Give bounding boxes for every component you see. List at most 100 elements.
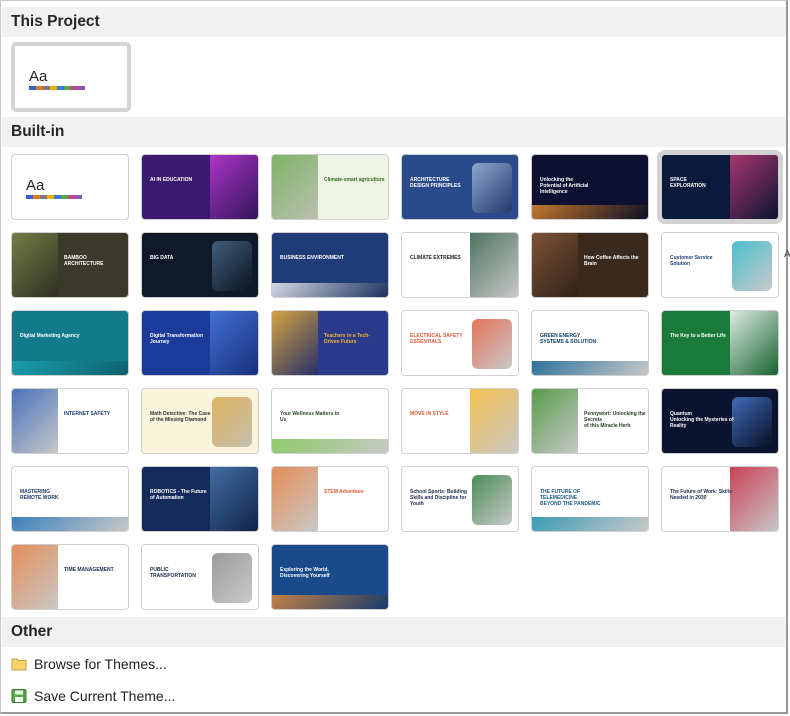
theme-thumbnail[interactable]: Digital Transformation Journey	[141, 310, 259, 376]
theme-title: BIG DATA	[150, 255, 174, 261]
theme-thumbnail[interactable]: Math Detective: The Case of the Missing …	[141, 388, 259, 454]
theme-thumbnail[interactable]: Pennywort: Unlocking the Secrets of this…	[531, 388, 649, 454]
theme-thumbnail-default[interactable]: Aa	[11, 154, 129, 220]
save-current-theme-menu-item[interactable]: Save Current Theme...	[11, 683, 311, 709]
theme-thumbnail[interactable]: Exploring the World, Discovering Yoursel…	[271, 544, 389, 610]
theme-title: PUBLIC TRANSPORTATION	[150, 567, 196, 579]
theme-title: Exploring the World, Discovering Yoursel…	[280, 567, 330, 579]
color-swatch	[75, 195, 82, 199]
save-current-theme-label: Save Current Theme...	[34, 688, 176, 704]
theme-thumbnail[interactable]: THE FUTURE OF TELEMEDICINE BEYOND THE PA…	[531, 466, 649, 532]
color-swatch	[68, 195, 75, 199]
theme-title: Quantum Unlocking the Mysteries of Reali…	[670, 411, 734, 429]
color-swatch	[50, 86, 57, 90]
theme-title: School Sports: Building Skills and Disci…	[410, 489, 467, 507]
theme-title: BAMBOO ARCHITECTURE	[64, 255, 104, 267]
theme-title: STEM Adventure	[324, 489, 364, 495]
theme-preview-image	[730, 467, 778, 531]
theme-thumbnail[interactable]: STEM Adventure	[271, 466, 389, 532]
theme-title: ROBOTICS - The Future of Automation	[150, 489, 207, 501]
theme-thumbnail[interactable]: Climate-smart agriculture	[271, 154, 389, 220]
theme-title: How Coffee Affects the Brain	[584, 255, 639, 267]
section-header-this-project: This Project	[2, 7, 786, 37]
theme-thumbnail[interactable]: CLIMATE EXTREMES	[401, 232, 519, 298]
theme-thumbnail[interactable]: ARCHITECTURE DESIGN PRINCIPLES	[401, 154, 519, 220]
color-swatch	[40, 195, 47, 199]
theme-preview-image	[472, 319, 512, 369]
theme-sample-text: Aa	[26, 177, 45, 194]
color-swatch	[29, 86, 36, 90]
theme-thumbnail[interactable]: How Coffee Affects the Brain	[531, 232, 649, 298]
theme-preview-image	[212, 241, 252, 291]
color-swatch	[54, 195, 61, 199]
theme-thumbnail[interactable]: School Sports: Building Skills and Disci…	[401, 466, 519, 532]
folder-icon	[11, 657, 27, 671]
theme-thumbnail[interactable]: INTERNET SAFETY	[11, 388, 129, 454]
theme-thumbnail[interactable]: ELECTRICAL SAFETY ESSENTIALS	[401, 310, 519, 376]
theme-title: The Future of Work: Skills Needed in 203…	[670, 489, 732, 501]
theme-title: ELECTRICAL SAFETY ESSENTIALS	[410, 333, 463, 345]
theme-thumbnail[interactable]: PUBLIC TRANSPORTATION	[141, 544, 259, 610]
theme-title: Digital Marketing Agency	[20, 333, 80, 339]
theme-thumbnail[interactable]: BIG DATA	[141, 232, 259, 298]
theme-preview-image	[210, 311, 258, 375]
theme-preview-image	[272, 155, 318, 219]
theme-title: Pennywort: Unlocking the Secrets of this…	[584, 411, 646, 429]
theme-thumbnail[interactable]: Unlocking the Potential of Artificial In…	[531, 154, 649, 220]
theme-preview-image	[532, 233, 578, 297]
this-project-theme-thumbnail[interactable]: Aa	[11, 42, 131, 112]
theme-preview-image	[12, 517, 128, 531]
theme-thumbnail[interactable]: The Key to a Better Life	[661, 310, 779, 376]
theme-thumbnail[interactable]: Quantum Unlocking the Mysteries of Reali…	[661, 388, 779, 454]
theme-preview-image	[272, 467, 318, 531]
theme-thumbnail[interactable]: ROBOTICS - The Future of Automation	[141, 466, 259, 532]
scroll-edge-indicator: A	[784, 249, 790, 260]
theme-thumbnail[interactable]: Digital Marketing Agency	[11, 310, 129, 376]
theme-preview-image	[532, 361, 648, 375]
theme-title: SPACE EXPLORATION	[670, 177, 706, 189]
theme-title: Digital Transformation Journey	[150, 333, 204, 345]
theme-title: Customer Service Solution	[670, 255, 713, 267]
theme-thumbnail[interactable]: GREEN ENERGY SYSTEMS & SOLUTION	[531, 310, 649, 376]
color-swatch	[33, 195, 40, 199]
theme-preview-image	[212, 397, 252, 447]
color-swatch	[78, 86, 85, 90]
theme-title: AI IN EDUCATION	[150, 177, 193, 183]
theme-thumbnail[interactable]: SPACE EXPLORATION	[657, 150, 783, 224]
theme-thumbnail[interactable]: Your Wellness Matters to Us	[271, 388, 389, 454]
theme-title: The Key to a Better Life	[670, 333, 726, 339]
theme-preview-image	[272, 439, 388, 453]
section-header-other: Other	[2, 617, 786, 647]
color-swatch	[64, 86, 71, 90]
theme-preview-image	[730, 155, 778, 219]
color-swatch	[43, 86, 50, 90]
theme-preview-image	[532, 389, 578, 453]
theme-thumbnail[interactable]: BAMBOO ARCHITECTURE	[11, 232, 129, 298]
theme-preview-image	[272, 283, 388, 297]
theme-title: Climate-smart agriculture	[324, 177, 385, 183]
theme-thumbnail[interactable]: MOVE IN STYLE	[401, 388, 519, 454]
theme-title: GREEN ENERGY SYSTEMS & SOLUTION	[540, 333, 597, 345]
theme-thumbnail[interactable]: BUSINESS ENVIRONMENT	[271, 232, 389, 298]
theme-gallery-panel: This Project Aa Built-in Aa AI IN EDUCATI…	[0, 0, 790, 714]
theme-thumbnail[interactable]: The Future of Work: Skills Needed in 203…	[661, 466, 779, 532]
color-swatch	[71, 86, 78, 90]
theme-title: Math Detective: The Case of the Missing …	[150, 411, 211, 423]
browse-for-themes-menu-item[interactable]: Browse for Themes...	[11, 651, 311, 677]
section-header-built-in: Built-in	[2, 117, 786, 147]
theme-thumbnail[interactable]: MASTERING REMOTE WORK	[11, 466, 129, 532]
color-swatch	[36, 86, 43, 90]
theme-preview-image	[12, 361, 128, 375]
theme-thumbnail[interactable]: TIME MANAGEMENT	[11, 544, 129, 610]
theme-thumbnail[interactable]: Customer Service Solution	[661, 232, 779, 298]
theme-preview-image	[732, 397, 772, 447]
theme-preview-image	[532, 517, 648, 531]
theme-color-swatches	[29, 86, 85, 90]
theme-thumbnail[interactable]: AI IN EDUCATION	[141, 154, 259, 220]
browse-for-themes-label: Browse for Themes...	[34, 656, 167, 672]
color-swatch	[26, 195, 33, 199]
theme-preview-image	[12, 389, 58, 453]
theme-title: TIME MANAGEMENT	[64, 567, 114, 573]
theme-thumbnail[interactable]: Teachers in a Tech- Driven Future	[271, 310, 389, 376]
theme-title: CLIMATE EXTREMES	[410, 255, 461, 261]
